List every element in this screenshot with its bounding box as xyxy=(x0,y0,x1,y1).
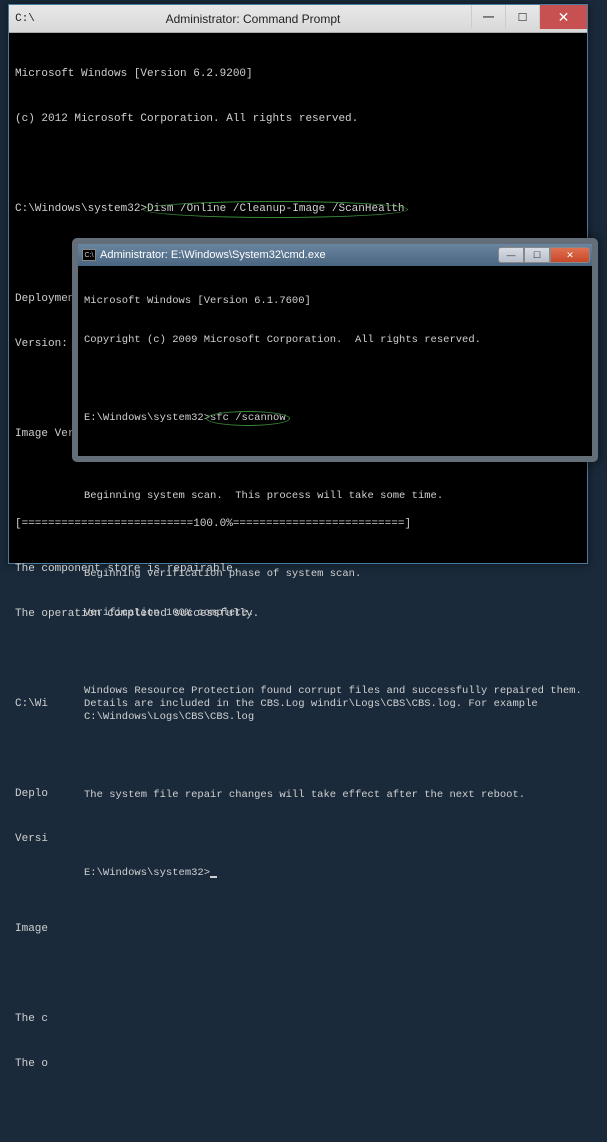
window-controls: — ☐ ✕ xyxy=(471,5,587,32)
terminal-content[interactable]: Microsoft Windows [Version 6.1.7600] Cop… xyxy=(78,266,592,909)
output-line: The system file repair changes will take… xyxy=(84,789,586,802)
minimize-button[interactable]: — xyxy=(471,5,505,29)
output-line: Image xyxy=(15,922,581,937)
maximize-button[interactable]: ☐ xyxy=(505,5,539,29)
highlighted-command: sfc /scannow xyxy=(210,412,286,425)
output-line: Windows Resource Protection found corrup… xyxy=(84,685,586,724)
command-prompt-window-win7: C:\ Administrator: E:\Windows\System32\c… xyxy=(72,238,598,462)
titlebar-win8[interactable]: C:\ Administrator: Command Prompt — ☐ ✕ xyxy=(9,5,587,33)
close-button[interactable]: ✕ xyxy=(539,5,587,29)
output-line: Microsoft Windows [Version 6.2.9200] xyxy=(15,67,581,82)
window-title: C:\ Administrator: E:\Windows\System32\c… xyxy=(82,249,326,261)
output-line: The c xyxy=(15,1012,581,1027)
highlighted-command: Dism /Online /Cleanup-Image /ScanHealth xyxy=(147,202,404,217)
output-line: Microsoft Windows [Version 6.1.7600] xyxy=(84,295,586,308)
cmd-icon: C:\ xyxy=(82,249,96,261)
output-line: Copyright (c) 2009 Microsoft Corporation… xyxy=(84,334,586,347)
prompt-line: C:\Windows\system32>Dism /Online /Cleanu… xyxy=(15,202,581,217)
titlebar-win7[interactable]: C:\ Administrator: E:\Windows\System32\c… xyxy=(78,244,592,266)
cmd-icon: C:\ xyxy=(15,9,35,29)
close-button[interactable]: ✕ xyxy=(550,247,590,263)
output-line: (c) 2012 Microsoft Corporation. All righ… xyxy=(15,112,581,127)
output-line: The o xyxy=(15,1057,581,1072)
maximize-button[interactable]: ☐ xyxy=(524,247,550,263)
window-controls: — ☐ ✕ xyxy=(498,247,590,263)
output-line: Beginning verification phase of system s… xyxy=(84,568,586,581)
prompt-line: E:\Windows\system32>sfc /scannow xyxy=(84,412,586,425)
minimize-button[interactable]: — xyxy=(498,247,524,263)
output-line: Beginning system scan. This process will… xyxy=(84,490,586,503)
output-line: Verification 100% complete. xyxy=(84,607,586,620)
prompt-line: E:\Windows\system32> xyxy=(84,867,586,880)
window-title: Administrator: Command Prompt xyxy=(35,12,471,26)
cursor-icon xyxy=(210,876,217,878)
